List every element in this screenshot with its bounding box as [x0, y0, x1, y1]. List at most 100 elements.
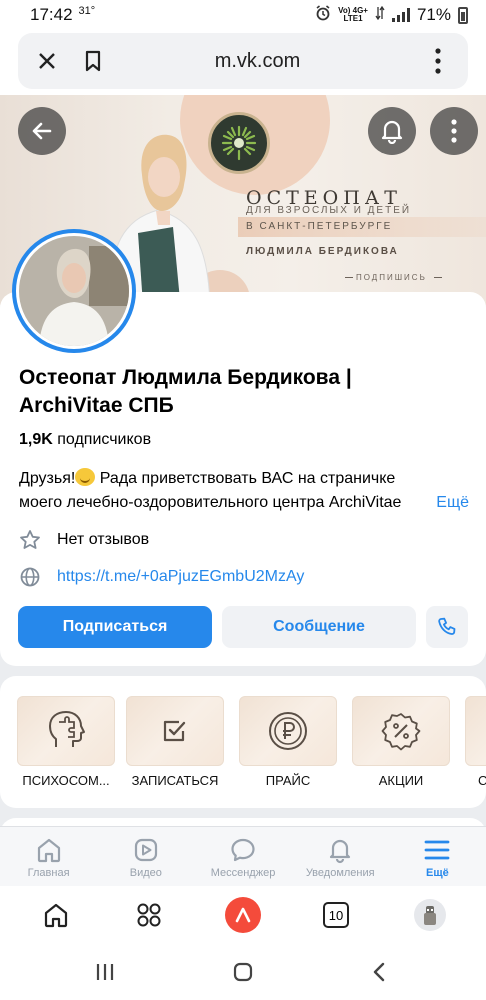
notifications-button[interactable]	[368, 107, 416, 155]
recent-apps-icon	[96, 964, 114, 980]
tab-home[interactable]: Главная	[0, 827, 97, 886]
alarm-icon	[315, 4, 331, 26]
description: Друзья! Рада приветствовать ВАС на стран…	[19, 467, 469, 515]
app-tile-booking[interactable]	[126, 696, 224, 766]
url-text[interactable]: m.vk.com	[107, 50, 408, 73]
ruble-coin-icon	[269, 712, 307, 750]
back-button[interactable]	[18, 107, 66, 155]
page-title: Остеопат Людмила Бердикова | ArchiVitae …	[19, 366, 352, 417]
website-link[interactable]: https://t.me/+0aPjuzEGmbU2MzAy	[57, 568, 304, 586]
alice-icon	[225, 897, 261, 933]
cover-divider	[345, 277, 353, 278]
network-icon	[375, 5, 385, 25]
subscribe-button[interactable]: Подписаться	[18, 606, 212, 648]
head-puzzle-icon	[49, 711, 85, 747]
link-row[interactable]: https://t.me/+0aPjuzEGmbU2MzAy	[19, 566, 304, 588]
app-tile-price[interactable]	[239, 696, 337, 766]
recent-apps-button[interactable]	[91, 958, 119, 986]
description-line-1: Друзья! Рада приветствовать ВАС на стран…	[19, 467, 469, 491]
browser-home-button[interactable]	[38, 897, 74, 933]
tab-label: Главная	[27, 867, 70, 879]
globe-icon	[19, 566, 41, 588]
browser-menu-icon[interactable]	[428, 47, 448, 75]
battery-icon	[458, 6, 468, 24]
tab-messenger[interactable]: Мессенджер	[194, 827, 291, 886]
avatar-photo	[19, 236, 129, 346]
alice-assistant-button[interactable]	[225, 897, 261, 933]
system-back-button[interactable]	[365, 958, 393, 986]
tabs-count: 10	[323, 902, 349, 928]
show-more-link[interactable]: Ещё	[410, 491, 469, 515]
app-label[interactable]: АКЦИИ	[346, 773, 456, 788]
followers-number: 1,9K	[19, 431, 53, 448]
app-label[interactable]: ПРАЙС	[233, 773, 343, 788]
status-indicators: Vo) 4G+ LTE1 71%	[315, 4, 468, 26]
browser-services-button[interactable]	[131, 897, 167, 933]
tab-label: Видео	[129, 867, 162, 879]
message-button[interactable]: Сообщение	[222, 606, 416, 648]
home-icon	[44, 903, 68, 928]
bookmark-icon[interactable]	[79, 47, 107, 75]
call-button[interactable]	[426, 606, 468, 648]
arrow-left-icon	[32, 122, 52, 140]
cover-subtitle: ДЛЯ ВЗРОСЛЫХ И ДЕТЕЙ	[246, 205, 412, 216]
bell-icon	[381, 120, 403, 144]
avatar[interactable]	[12, 229, 136, 353]
tab-more[interactable]: Ещё	[389, 827, 486, 886]
description-text-cont: Рада приветствовать ВАС на страничке	[95, 470, 396, 487]
more-vertical-icon	[451, 119, 457, 143]
home-square-icon	[233, 962, 253, 982]
vk-tab-bar: Главная Видео Мессенджер Уведомления Ещё	[0, 826, 486, 886]
app-tile-partial[interactable]	[465, 696, 486, 766]
app-tile-promotions[interactable]	[352, 696, 450, 766]
followers-count[interactable]: 1,9K подписчиков	[19, 431, 151, 449]
description-line-2: моего лечебно-оздоровительного центра Ar…	[19, 491, 469, 515]
apps-section: ПСИХОСОМ... ЗАПИСАТЬСЯ ПРАЙС АКЦИИ С	[0, 676, 486, 808]
status-temperature: 31°	[78, 5, 96, 17]
close-icon[interactable]	[33, 47, 61, 75]
cover-location: В САНКТ-ПЕТЕРБУРГЕ	[246, 221, 393, 232]
tab-label: Уведомления	[305, 867, 375, 879]
cover-logo	[208, 112, 270, 174]
app-tile-psychosomatics[interactable]	[17, 696, 115, 766]
network-type: Vo) 4G+ LTE1	[338, 6, 368, 23]
chevron-left-icon	[373, 962, 385, 982]
battery-percent: 71%	[416, 5, 451, 24]
tab-label: Мессенджер	[210, 867, 276, 879]
menu-icon	[422, 835, 452, 865]
phone-icon	[438, 617, 456, 635]
profile-avatar-icon	[414, 899, 446, 931]
app-label[interactable]: С	[478, 773, 486, 788]
app-label[interactable]: ЗАПИСАТЬСЯ	[120, 773, 230, 788]
cover-cta: ПОДПИШИСЬ	[356, 273, 427, 282]
tab-label: Ещё	[426, 867, 449, 879]
browser-toolbar: 10	[0, 886, 486, 944]
system-home-button[interactable]	[229, 958, 257, 986]
browser-profile-button[interactable]	[412, 897, 448, 933]
browser-tabs-button[interactable]: 10	[318, 897, 354, 933]
android-nav-bar	[0, 944, 486, 1000]
url-pill[interactable]: m.vk.com	[18, 33, 468, 89]
browser-address-bar: m.vk.com	[0, 30, 486, 95]
cover-divider	[434, 277, 442, 278]
grid-icon	[137, 903, 161, 927]
app-label[interactable]: ПСИХОСОМ...	[11, 773, 121, 788]
reviews-text: Нет отзывов	[57, 531, 150, 548]
bell-icon	[325, 835, 355, 865]
more-button[interactable]	[430, 107, 478, 155]
percent-badge-icon	[381, 713, 421, 751]
hugging-emoji-icon	[75, 468, 96, 486]
signal-icon	[391, 8, 410, 22]
status-bar: 17:42 31° Vo) 4G+ LTE1 71%	[0, 0, 486, 30]
tab-video[interactable]: Видео	[97, 827, 194, 886]
messenger-icon	[228, 835, 258, 865]
star-icon	[19, 529, 41, 551]
followers-label: подписчиков	[57, 431, 152, 448]
checkbox-icon	[163, 720, 186, 742]
video-icon	[131, 835, 161, 865]
reviews-row[interactable]: Нет отзывов	[19, 529, 149, 551]
tab-notifications[interactable]: Уведомления	[292, 827, 389, 886]
home-icon	[34, 835, 64, 865]
description-text: Друзья!	[19, 470, 76, 487]
cover-name: ЛЮДМИЛА БЕРДИКОВА	[246, 246, 399, 257]
